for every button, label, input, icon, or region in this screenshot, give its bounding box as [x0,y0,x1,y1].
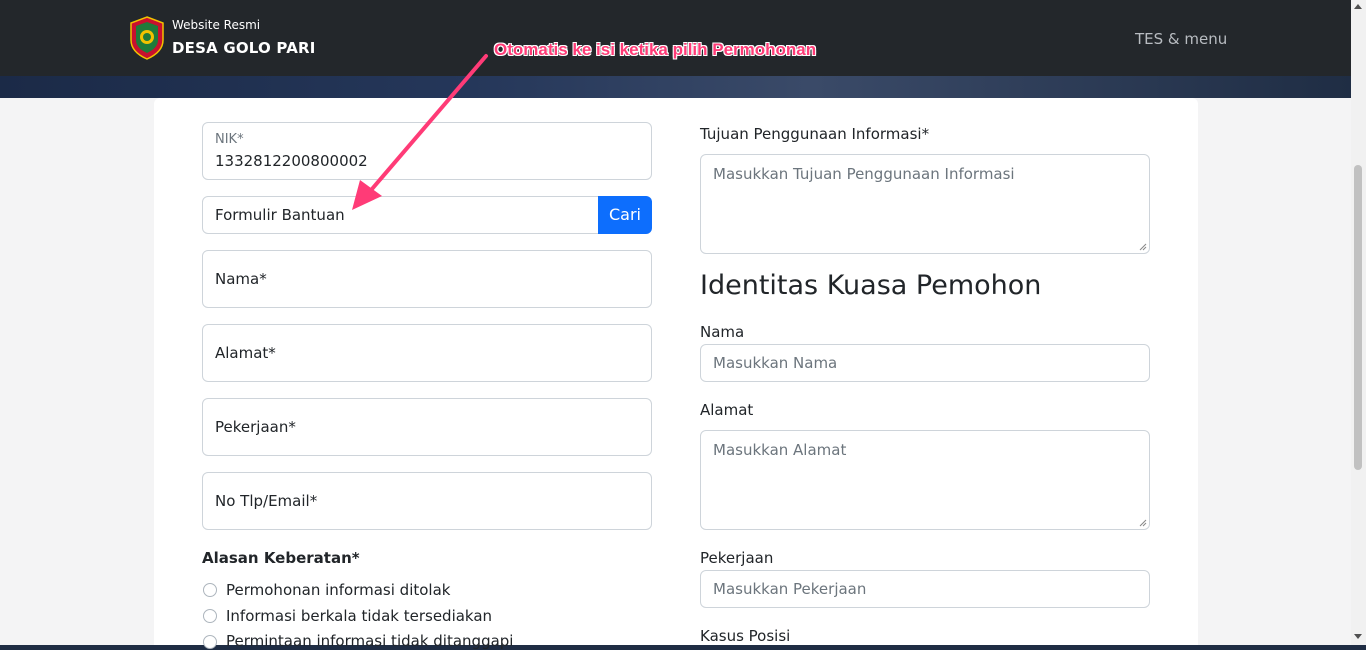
annotation-arrow-icon [352,54,488,210]
annotation-text: Otomatis ke isi ketika pilih Permohonan [494,40,817,59]
